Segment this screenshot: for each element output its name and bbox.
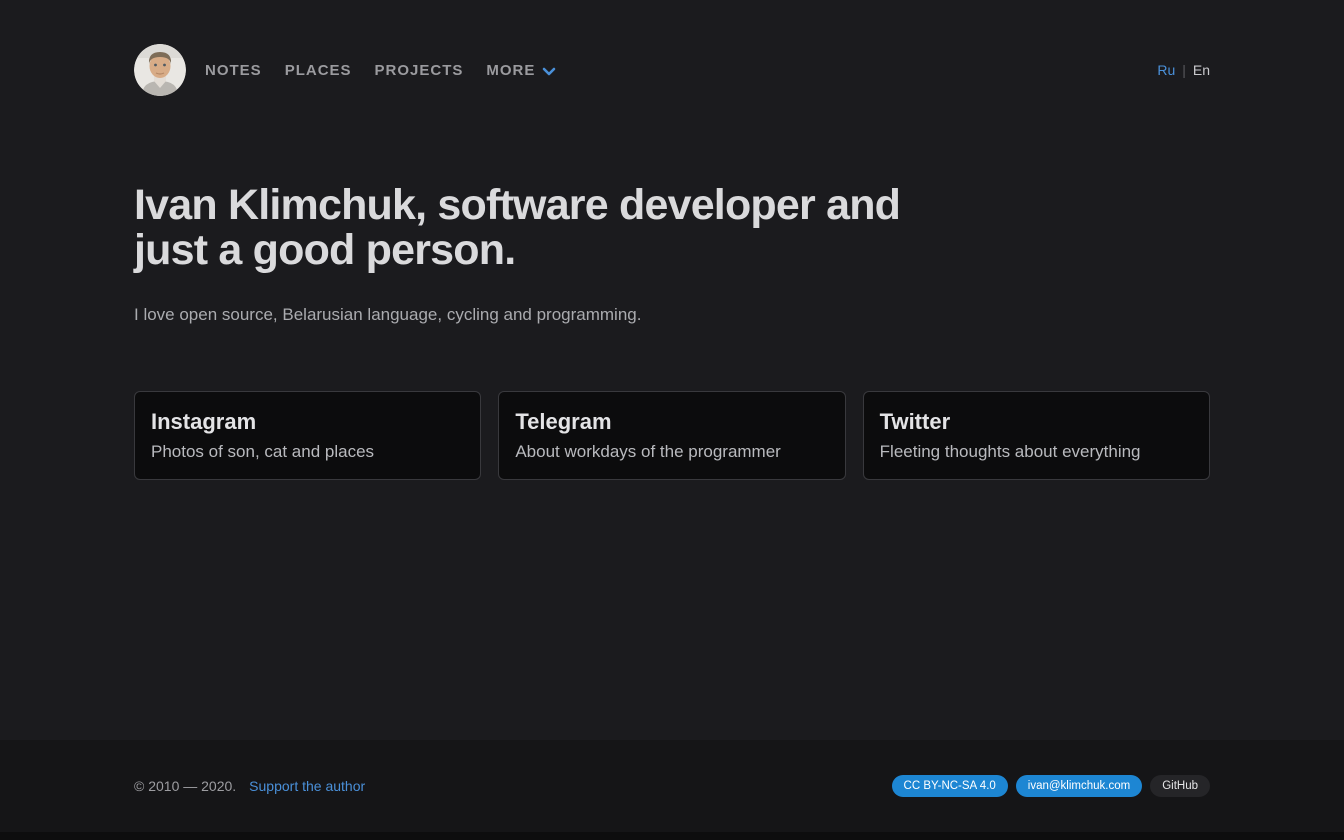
card-telegram[interactable]: Telegram About workdays of the programme… [498,391,845,480]
social-cards: Instagram Photos of son, cat and places … [134,391,1210,480]
lang-separator: | [1182,62,1186,78]
avatar[interactable] [134,44,186,96]
card-description: About workdays of the programmer [515,442,828,462]
page-title: Ivan Klimchuk, software developer and ju… [134,183,934,273]
nav-item-projects[interactable]: PROJECTS [375,62,464,79]
site-header: NOTES PLACES PROJECTS MORE Ru | En [0,0,1344,96]
card-description: Fleeting thoughts about everything [880,442,1193,462]
main-nav: NOTES PLACES PROJECTS MORE [205,62,556,79]
license-badge[interactable]: CC BY-NC-SA 4.0 [892,775,1008,797]
card-twitter[interactable]: Twitter Fleeting thoughts about everythi… [863,391,1210,480]
nav-item-more-label: MORE [486,62,535,79]
nav-item-places[interactable]: PLACES [285,62,352,79]
avatar-image [134,44,186,96]
card-title: Instagram [151,409,464,435]
card-title: Telegram [515,409,828,435]
hero-section: Ivan Klimchuk, software developer and ju… [134,183,1210,325]
card-instagram[interactable]: Instagram Photos of son, cat and places [134,391,481,480]
chevron-down-icon [542,67,556,76]
bottom-edge-strip [0,832,1344,840]
support-author-link[interactable]: Support the author [249,778,365,794]
page-subtitle: I love open source, Belarusian language,… [134,305,1210,325]
copyright-text: © 2010 — 2020. [134,778,236,794]
main-area: NOTES PLACES PROJECTS MORE Ru | En [0,0,1344,740]
card-description: Photos of son, cat and places [151,442,464,462]
site-footer: © 2010 — 2020. Support the author CC BY-… [0,740,1344,832]
card-title: Twitter [880,409,1193,435]
nav-item-more[interactable]: MORE [486,62,556,79]
lang-link-ru[interactable]: Ru [1157,62,1175,78]
language-switcher: Ru | En [1157,62,1210,78]
main-content: Ivan Klimchuk, software developer and ju… [134,183,1210,480]
email-badge[interactable]: ivan@klimchuk.com [1016,775,1142,797]
github-badge[interactable]: GitHub [1150,775,1210,797]
nav-item-notes[interactable]: NOTES [205,62,262,79]
lang-current-en[interactable]: En [1193,62,1210,78]
footer-badges: CC BY-NC-SA 4.0 ivan@klimchuk.com GitHub [892,775,1210,797]
